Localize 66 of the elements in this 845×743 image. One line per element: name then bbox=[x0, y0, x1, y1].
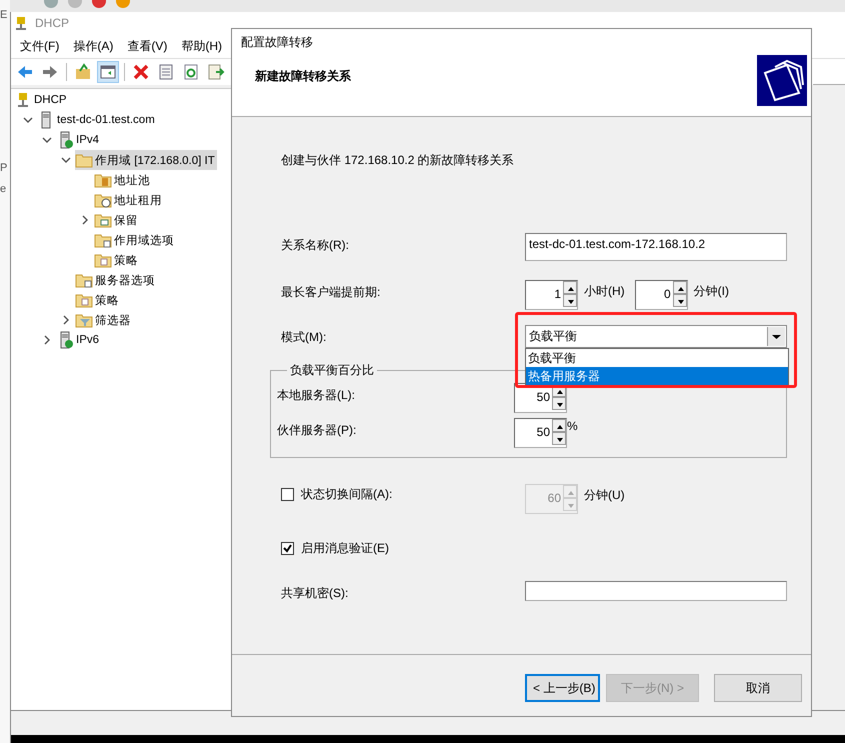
chevron-down-icon[interactable] bbox=[42, 135, 52, 146]
status-icon[interactable] bbox=[92, 0, 106, 8]
unit-label: % bbox=[567, 419, 578, 433]
window-title: DHCP bbox=[35, 16, 70, 30]
window-text-fragment: P bbox=[0, 162, 8, 174]
dialog-title: 配置故障转移 bbox=[241, 34, 314, 51]
spin-down-icon[interactable] bbox=[563, 294, 577, 307]
field-label: 关系名称(R): bbox=[281, 237, 350, 254]
tree-item[interactable]: 作用域选项 bbox=[94, 230, 176, 250]
unit-label: 分钟(I) bbox=[694, 283, 729, 300]
field-label: 伙伴服务器(P): bbox=[277, 422, 358, 439]
page-heading: 新建故障转移关系 bbox=[255, 68, 351, 85]
tree-item[interactable]: test-dc-01.test.com bbox=[37, 110, 157, 130]
checkbox[interactable] bbox=[281, 488, 294, 501]
menu-item[interactable]: 帮助(H) bbox=[172, 38, 227, 55]
dhcp-icon bbox=[13, 15, 29, 32]
chevron-right-icon[interactable] bbox=[80, 215, 90, 226]
menu-item[interactable]: 操作(A) bbox=[64, 38, 118, 55]
spin-down-icon[interactable] bbox=[552, 432, 566, 445]
chevron-down-icon[interactable] bbox=[61, 155, 71, 166]
intro-text: 创建与伙伴 172.168.10.2 的新故障转移关系 bbox=[281, 152, 515, 169]
spin-field[interactable]: 1 bbox=[525, 280, 578, 310]
menu-item[interactable]: 查看(V) bbox=[118, 38, 172, 55]
unit-label: 小时(H) bbox=[584, 283, 625, 300]
tree-item[interactable]: IPv4 bbox=[56, 130, 102, 150]
checkbox-label: 启用消息验证(E) bbox=[301, 540, 389, 557]
tree-item[interactable]: 筛选器 bbox=[75, 310, 133, 330]
dropdown-option[interactable]: 热备用服务器 bbox=[526, 367, 788, 385]
tree-item[interactable]: 策略 bbox=[75, 290, 121, 310]
group-title: 负载平衡百分比 bbox=[289, 362, 375, 379]
mode-dropdown[interactable]: 负载平衡 bbox=[525, 325, 787, 348]
spin-up-icon[interactable] bbox=[552, 419, 566, 432]
tree-item[interactable]: DHCP bbox=[14, 90, 69, 110]
spin-down-icon[interactable] bbox=[672, 294, 687, 307]
tree-item[interactable]: 保留 bbox=[94, 210, 140, 230]
tree-item[interactable]: 策略 bbox=[94, 250, 140, 270]
tree-item[interactable]: IPv6 bbox=[56, 330, 102, 350]
spin-field[interactable]: 50 bbox=[514, 418, 567, 448]
window-text-fragment: E bbox=[0, 9, 8, 21]
field-label: 本地服务器(L): bbox=[277, 387, 356, 404]
wizard-button[interactable]: < 上一步(B) bbox=[525, 674, 600, 702]
field-label: 共享机密(S): bbox=[281, 585, 350, 602]
wizard-button[interactable]: 取消 bbox=[714, 674, 802, 702]
input-field[interactable]: test-dc-01.test.com-172.168.10.2 bbox=[525, 233, 787, 261]
unit-label: 分钟(U) bbox=[584, 487, 625, 504]
tree-item[interactable]: 地址池 bbox=[94, 170, 152, 190]
input-field[interactable] bbox=[525, 581, 787, 601]
spin-down-icon[interactable] bbox=[552, 397, 566, 410]
tree-item[interactable]: 地址租用 bbox=[94, 190, 164, 210]
spin-up-icon[interactable] bbox=[563, 281, 577, 294]
checkbox-label: 状态切换间隔(A): bbox=[301, 486, 392, 503]
menu-item[interactable]: 文件(F) bbox=[11, 38, 64, 55]
tree-item[interactable]: 服务器选项 bbox=[75, 270, 157, 290]
field-label: 模式(M): bbox=[281, 329, 328, 346]
spin-field[interactable]: 0 bbox=[634, 280, 688, 310]
checkbox[interactable] bbox=[281, 542, 294, 555]
chevron-down-icon[interactable] bbox=[23, 115, 33, 126]
tree-item[interactable]: 作用域 [172.168.0.0] IT bbox=[75, 150, 217, 170]
dropdown-option[interactable]: 负载平衡 bbox=[526, 349, 788, 367]
chevron-right-icon[interactable] bbox=[42, 335, 52, 346]
window-text-fragment: e bbox=[0, 183, 6, 195]
chevron-right-icon[interactable] bbox=[61, 315, 71, 326]
spin-up-icon[interactable] bbox=[672, 281, 687, 294]
field-label: 最长客户端提前期: bbox=[281, 284, 382, 301]
folders-icon bbox=[757, 55, 807, 106]
pane-icon[interactable] bbox=[97, 61, 119, 84]
